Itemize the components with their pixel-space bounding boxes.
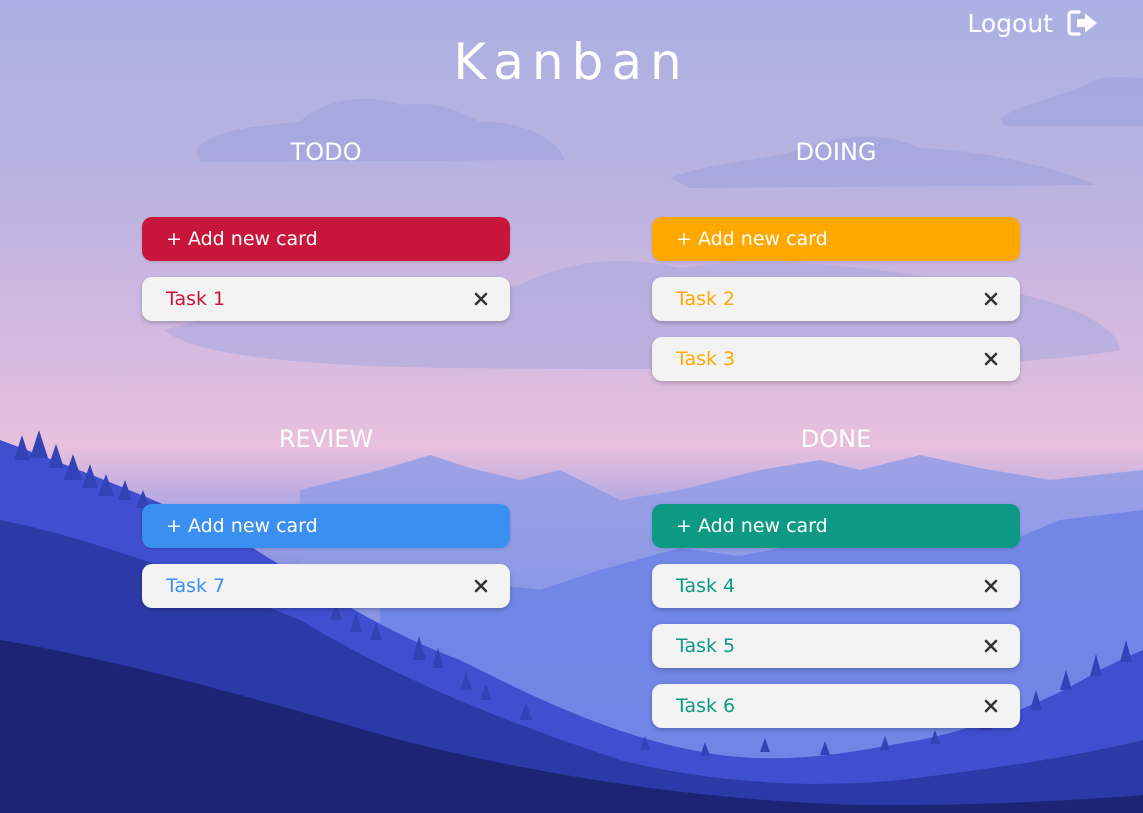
column-title: REVIEW bbox=[278, 425, 374, 453]
column-title: DOING bbox=[795, 138, 877, 166]
add-card-button[interactable]: + Add new card bbox=[652, 504, 1020, 548]
close-icon[interactable] bbox=[984, 699, 998, 713]
column-done: DONE + Add new card Task 4 Task 5 Task 6 bbox=[652, 424, 1020, 728]
task-card[interactable]: Task 5 bbox=[652, 624, 1020, 668]
task-card[interactable]: Task 2 bbox=[652, 277, 1020, 321]
task-card[interactable]: Task 7 bbox=[142, 564, 510, 608]
column-doing: DOING + Add new card Task 2 Task 3 bbox=[652, 137, 1020, 381]
card-list: Task 1 bbox=[142, 277, 510, 321]
close-icon[interactable] bbox=[984, 352, 998, 366]
add-card-button[interactable]: + Add new card bbox=[142, 217, 510, 261]
task-title: Task 5 bbox=[676, 635, 736, 657]
close-icon[interactable] bbox=[984, 292, 998, 306]
close-icon[interactable] bbox=[984, 579, 998, 593]
kanban-app: Kanban Logout TODO + Add new card Task 1… bbox=[0, 0, 1143, 813]
add-card-button[interactable]: + Add new card bbox=[142, 504, 510, 548]
close-icon[interactable] bbox=[474, 292, 488, 306]
column-todo: TODO + Add new card Task 1 bbox=[142, 137, 510, 321]
task-title: Task 1 bbox=[166, 288, 226, 310]
close-icon[interactable] bbox=[984, 639, 998, 653]
card-list: Task 4 Task 5 Task 6 bbox=[652, 564, 1020, 728]
task-title: Task 3 bbox=[676, 348, 736, 370]
column-review: REVIEW + Add new card Task 7 bbox=[142, 424, 510, 608]
logout-button[interactable]: Logout bbox=[967, 6, 1099, 40]
task-card[interactable]: Task 3 bbox=[652, 337, 1020, 381]
task-card[interactable]: Task 6 bbox=[652, 684, 1020, 728]
column-title: TODO bbox=[290, 138, 362, 166]
task-title: Task 4 bbox=[676, 575, 736, 597]
close-icon[interactable] bbox=[474, 579, 488, 593]
add-card-button[interactable]: + Add new card bbox=[652, 217, 1020, 261]
task-title: Task 7 bbox=[166, 575, 226, 597]
card-list: Task 2 Task 3 bbox=[652, 277, 1020, 381]
column-title: DONE bbox=[800, 425, 872, 453]
sign-out-icon bbox=[1067, 10, 1099, 36]
card-list: Task 7 bbox=[142, 564, 510, 608]
task-card[interactable]: Task 4 bbox=[652, 564, 1020, 608]
logout-label: Logout bbox=[967, 8, 1053, 38]
task-title: Task 2 bbox=[676, 288, 736, 310]
task-title: Task 6 bbox=[676, 695, 736, 717]
task-card[interactable]: Task 1 bbox=[142, 277, 510, 321]
